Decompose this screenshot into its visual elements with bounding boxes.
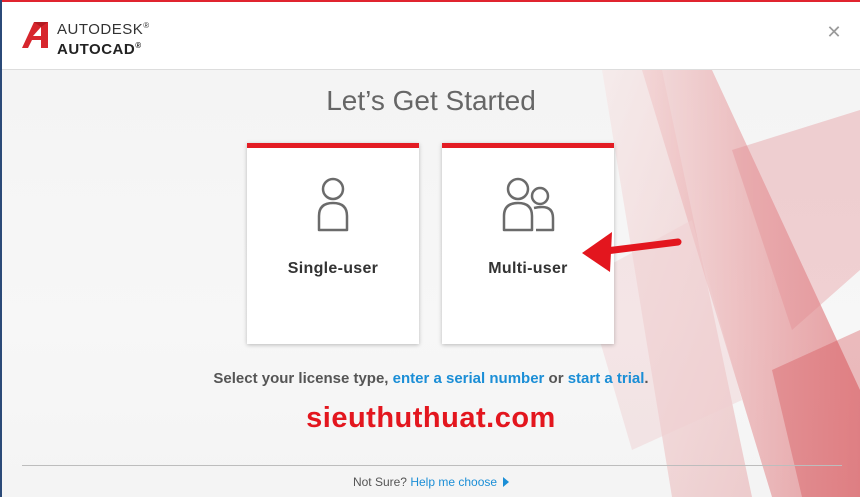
- not-sure-text: Not Sure?: [352, 475, 407, 489]
- single-user-card[interactable]: Single-user: [247, 143, 419, 344]
- product-name: AUTOCAD: [57, 41, 136, 58]
- watermark-text: sieuthuthuat.com: [306, 402, 556, 434]
- header: AUTODESK® AUTOCAD® ✕: [2, 2, 860, 70]
- product-mark: ®: [135, 41, 142, 50]
- play-arrow-icon[interactable]: [503, 477, 510, 487]
- brand-mark: ®: [143, 21, 150, 30]
- red-arrow-icon: [582, 232, 682, 272]
- single-user-label: Single-user: [287, 260, 379, 277]
- product-logo-text: AUTODESK® AUTOCAD®: [57, 18, 150, 58]
- autodesk-logo-icon: [22, 22, 48, 48]
- footer-divider: [22, 465, 842, 466]
- footer: Not Sure? Help me choose: [2, 475, 860, 489]
- autocad-license-window: AUTODESK® AUTOCAD® ✕ Let’s Get Started S…: [2, 0, 860, 497]
- prompt-text: Select your license type,: [213, 370, 389, 387]
- enter-serial-number-link[interactable]: enter a serial number: [393, 370, 545, 387]
- multi-user-icon: [502, 177, 555, 232]
- brand-name: AUTODESK: [57, 21, 144, 38]
- prompt-or: or: [548, 370, 564, 387]
- start-trial-link[interactable]: start a trial: [568, 370, 645, 387]
- close-icon[interactable]: ✕: [826, 23, 842, 41]
- single-user-icon: [317, 177, 349, 232]
- license-prompt: Select your license type, enter a serial…: [2, 370, 860, 387]
- page-title: Let’s Get Started: [326, 85, 536, 116]
- help-me-choose-link[interactable]: Help me choose: [410, 475, 497, 489]
- prompt-end: .: [644, 370, 649, 387]
